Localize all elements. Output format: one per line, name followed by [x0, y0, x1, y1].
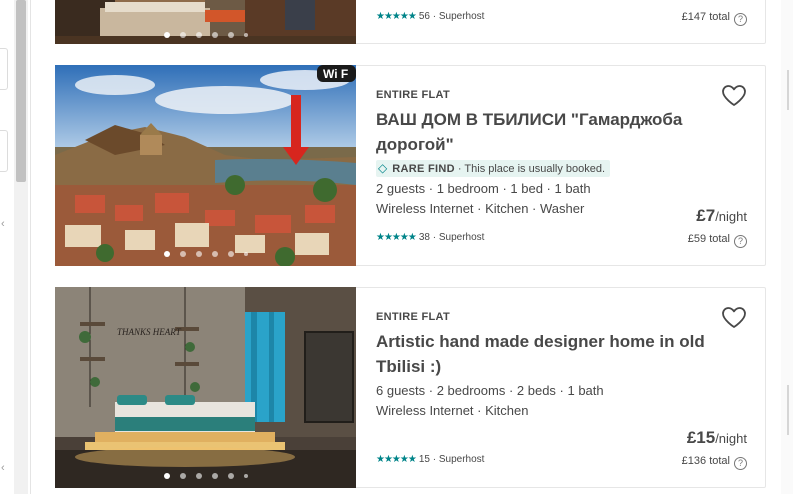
- listing-summary: 6 guests · 2 bedrooms · 2 beds · 1 bath: [376, 383, 604, 398]
- carousel-dot[interactable]: [211, 251, 218, 257]
- carousel-dot[interactable]: [243, 474, 248, 478]
- rating: ★★★★★ 56 · Superhost: [376, 11, 484, 22]
- rating: ★★★★★ 15 · Superhost: [376, 454, 484, 465]
- review-count: 15: [418, 454, 430, 465]
- superhost-label: · Superhost: [432, 454, 485, 465]
- price-unit: /night: [715, 209, 747, 224]
- info-circle-icon[interactable]: ?: [734, 13, 747, 26]
- listing-info: ENTIRE FLAT Artistic hand made designer …: [376, 311, 747, 421]
- total-price-text: £59 total: [687, 233, 730, 245]
- listing-card[interactable]: Wi F ENTIRE FLAT ВАШ ДОМ В ТБИЛИСИ "Гама…: [55, 65, 766, 266]
- info-circle-icon[interactable]: ?: [734, 235, 747, 248]
- listing-photo[interactable]: THANKS HEART: [55, 287, 356, 488]
- price-amount: £15: [686, 428, 716, 447]
- star-rating-icon: ★★★★★: [376, 11, 417, 22]
- star-rating-icon: ★★★★★: [376, 454, 417, 465]
- rare-find-label: RARE FIND: [392, 163, 455, 175]
- superhost-label: · Superhost: [432, 11, 485, 22]
- wifi-badge: Wi F: [323, 67, 348, 81]
- total-price: £59 total?: [688, 233, 747, 248]
- total-price: £147 total?: [682, 11, 747, 26]
- carousel-dot[interactable]: [179, 473, 186, 479]
- info-circle-icon[interactable]: ?: [734, 457, 747, 470]
- carousel-dot[interactable]: [227, 473, 234, 479]
- listing-summary: 2 guests · 1 bedroom · 1 bed · 1 bath: [376, 181, 591, 196]
- superhost-label: · Superhost: [432, 232, 485, 243]
- bedroom-photo: THANKS HEART: [55, 287, 356, 488]
- wall-text: THANKS HEART: [117, 327, 182, 337]
- carousel-dots: [55, 473, 356, 479]
- rare-find-badge: ◇ RARE FIND · This place is usually booke…: [376, 160, 611, 177]
- listing-info: ENTIRE FLAT ВАШ ДОМ В ТБИЛИСИ "Гамарджоб…: [376, 89, 747, 219]
- nightly-price: £15/night: [687, 428, 747, 448]
- carousel-dot[interactable]: [179, 251, 186, 257]
- carousel-dot[interactable]: [195, 32, 202, 38]
- scrollbar-thumb[interactable]: [16, 0, 26, 182]
- review-count: 38: [418, 232, 430, 243]
- carousel-dot[interactable]: [227, 251, 234, 257]
- carousel-dots: [55, 251, 356, 257]
- left-filter-field[interactable]: [0, 48, 8, 90]
- listing-amenities: Wireless Internet · Kitchen · Washer: [376, 201, 585, 216]
- carousel-dot[interactable]: [211, 473, 218, 479]
- carousel-dot[interactable]: [243, 252, 248, 256]
- total-price-text: £136 total: [681, 455, 730, 467]
- chevron-icon[interactable]: ‹: [1, 462, 5, 474]
- property-type: ENTIRE FLAT: [376, 89, 450, 101]
- listing-photo[interactable]: [55, 0, 356, 44]
- city-photo: Wi F: [55, 65, 356, 266]
- property-type: ENTIRE FLAT: [376, 311, 450, 323]
- review-count: 56: [418, 11, 430, 22]
- listing-amenities: Wireless Internet · Kitchen: [376, 403, 529, 418]
- divider: [787, 70, 789, 110]
- price-amount: £7: [696, 206, 716, 225]
- total-price-text: £147 total: [681, 11, 730, 23]
- star-rating-icon: ★★★★★: [376, 232, 417, 243]
- carousel-dots: [55, 32, 356, 38]
- price-unit: /night: [715, 431, 747, 446]
- carousel-dot[interactable]: [195, 473, 202, 479]
- carousel-dot[interactable]: [195, 251, 202, 257]
- listing-card[interactable]: THANKS HEART ENTIRE FLAT Artistic hand m…: [55, 287, 766, 488]
- left-filter-field[interactable]: [0, 130, 8, 172]
- total-price: £136 total?: [682, 455, 747, 470]
- rare-find-text: · This place is usually booked.: [457, 163, 606, 175]
- listing-title[interactable]: Artistic hand made designer home in old …: [376, 329, 706, 379]
- diamond-icon: ◇: [378, 161, 388, 175]
- carousel-dot[interactable]: [211, 32, 218, 38]
- carousel-dot[interactable]: [179, 32, 186, 38]
- nightly-price: £7/night: [696, 206, 747, 226]
- carousel-dot[interactable]: [163, 473, 170, 479]
- listing-photo[interactable]: Wi F: [55, 65, 356, 266]
- divider: [787, 385, 789, 435]
- listing-card[interactable]: ★★★★★ 56 · Superhost £147 total?: [55, 0, 766, 44]
- listing-title[interactable]: ВАШ ДОМ В ТБИЛИСИ "Гамарджоба дорогой": [376, 107, 706, 157]
- chevron-icon[interactable]: ‹: [1, 218, 5, 230]
- carousel-dot[interactable]: [227, 32, 234, 38]
- rating: ★★★★★ 38 · Superhost: [376, 232, 484, 243]
- carousel-dot[interactable]: [163, 251, 170, 257]
- carousel-dot[interactable]: [243, 33, 248, 37]
- carousel-dot[interactable]: [163, 32, 170, 38]
